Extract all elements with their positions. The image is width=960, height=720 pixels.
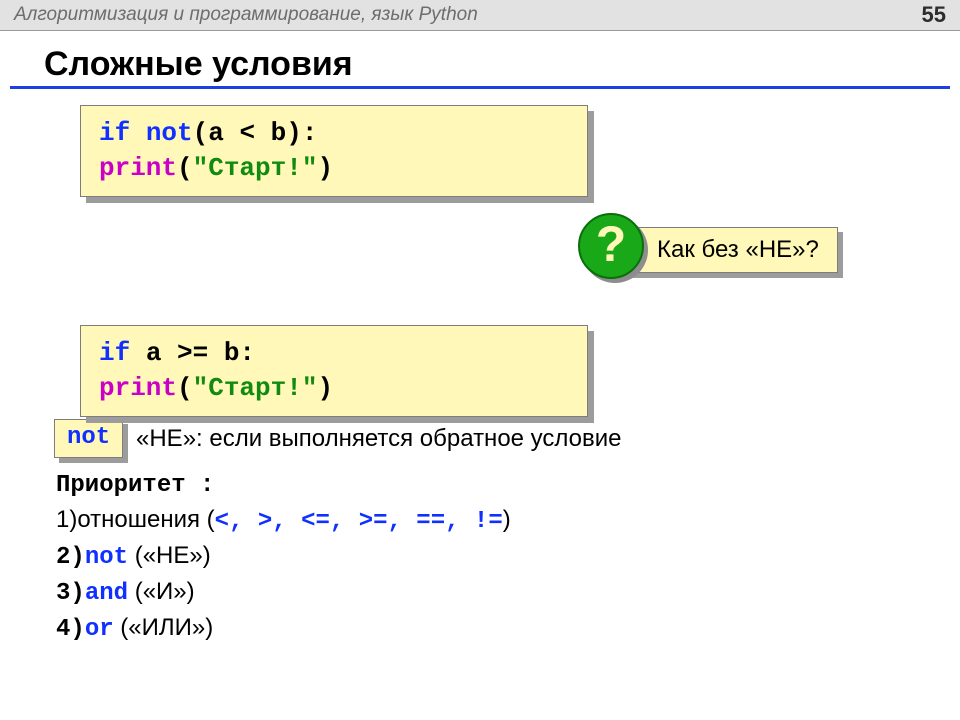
code-box-2: if a >= b: print("Старт!") xyxy=(80,325,588,417)
code-text: ( xyxy=(177,153,193,183)
kw-if: if xyxy=(99,338,130,368)
not-explanation: «НЕ»: если выполняется обратное условие xyxy=(136,425,622,453)
slide-header: Алгоритмизация и программирование, язык … xyxy=(0,0,960,31)
priority-kw: not xyxy=(85,544,128,571)
slide-title: Сложные условия xyxy=(10,35,950,89)
priority-kw: and xyxy=(85,580,128,607)
code-box-1: if not(a < b): print("Старт!") xyxy=(80,105,588,197)
kw-print: print xyxy=(99,153,177,183)
priority-num: 2) xyxy=(56,544,85,571)
kw-not: not xyxy=(130,118,192,148)
priority-text: («НЕ») xyxy=(128,542,211,569)
kw-print: print xyxy=(99,373,177,403)
priority-text: ) xyxy=(503,506,511,533)
course-title: Алгоритмизация и программирование, язык … xyxy=(14,4,478,26)
code-line: if a >= b: xyxy=(99,336,569,371)
priority-text: («ИЛИ») xyxy=(114,614,214,641)
code-text: ) xyxy=(317,153,333,183)
row-code-2: if a >= b: print("Старт!") xyxy=(0,319,960,429)
priority-list: Приоритет : 1)отношения (<, >, <=, >=, =… xyxy=(56,469,960,647)
string-literal: "Старт!" xyxy=(193,373,318,403)
code-text: ) xyxy=(317,373,333,403)
code-text: ( xyxy=(177,373,193,403)
priority-num: 3) xyxy=(56,580,85,607)
priority-num: 4) xyxy=(56,616,85,643)
question-badge-icon: ? xyxy=(578,213,644,279)
string-literal: "Старт!" xyxy=(193,153,318,183)
priority-item: 1)отношения (<, >, <=, >=, ==, !=) xyxy=(56,503,960,539)
priority-kw: or xyxy=(85,616,114,643)
row-code-1: if not(a < b): print("Старт!") Как без «… xyxy=(0,105,960,215)
row-not-expl: not «НЕ»: если выполняется обратное усло… xyxy=(0,215,960,271)
kw-if: if xyxy=(99,118,130,148)
code-line: if not(a < b): xyxy=(99,116,569,151)
code-text: a >= b: xyxy=(130,338,255,368)
priority-text: 1)отношения ( xyxy=(56,506,215,533)
priority-ops: <, >, <=, >=, ==, != xyxy=(215,508,503,535)
code-text: (a < b): xyxy=(193,118,318,148)
code-line: print("Старт!") xyxy=(99,151,569,186)
code-line: print("Старт!") xyxy=(99,371,569,406)
priority-heading: Приоритет : xyxy=(56,469,960,503)
page-number: 55 xyxy=(922,2,946,28)
priority-item: 2)not («НЕ») xyxy=(56,539,960,575)
priority-item: 3)and («И») xyxy=(56,575,960,611)
priority-text: («И») xyxy=(128,578,195,605)
priority-item: 4)or («ИЛИ») xyxy=(56,611,960,647)
